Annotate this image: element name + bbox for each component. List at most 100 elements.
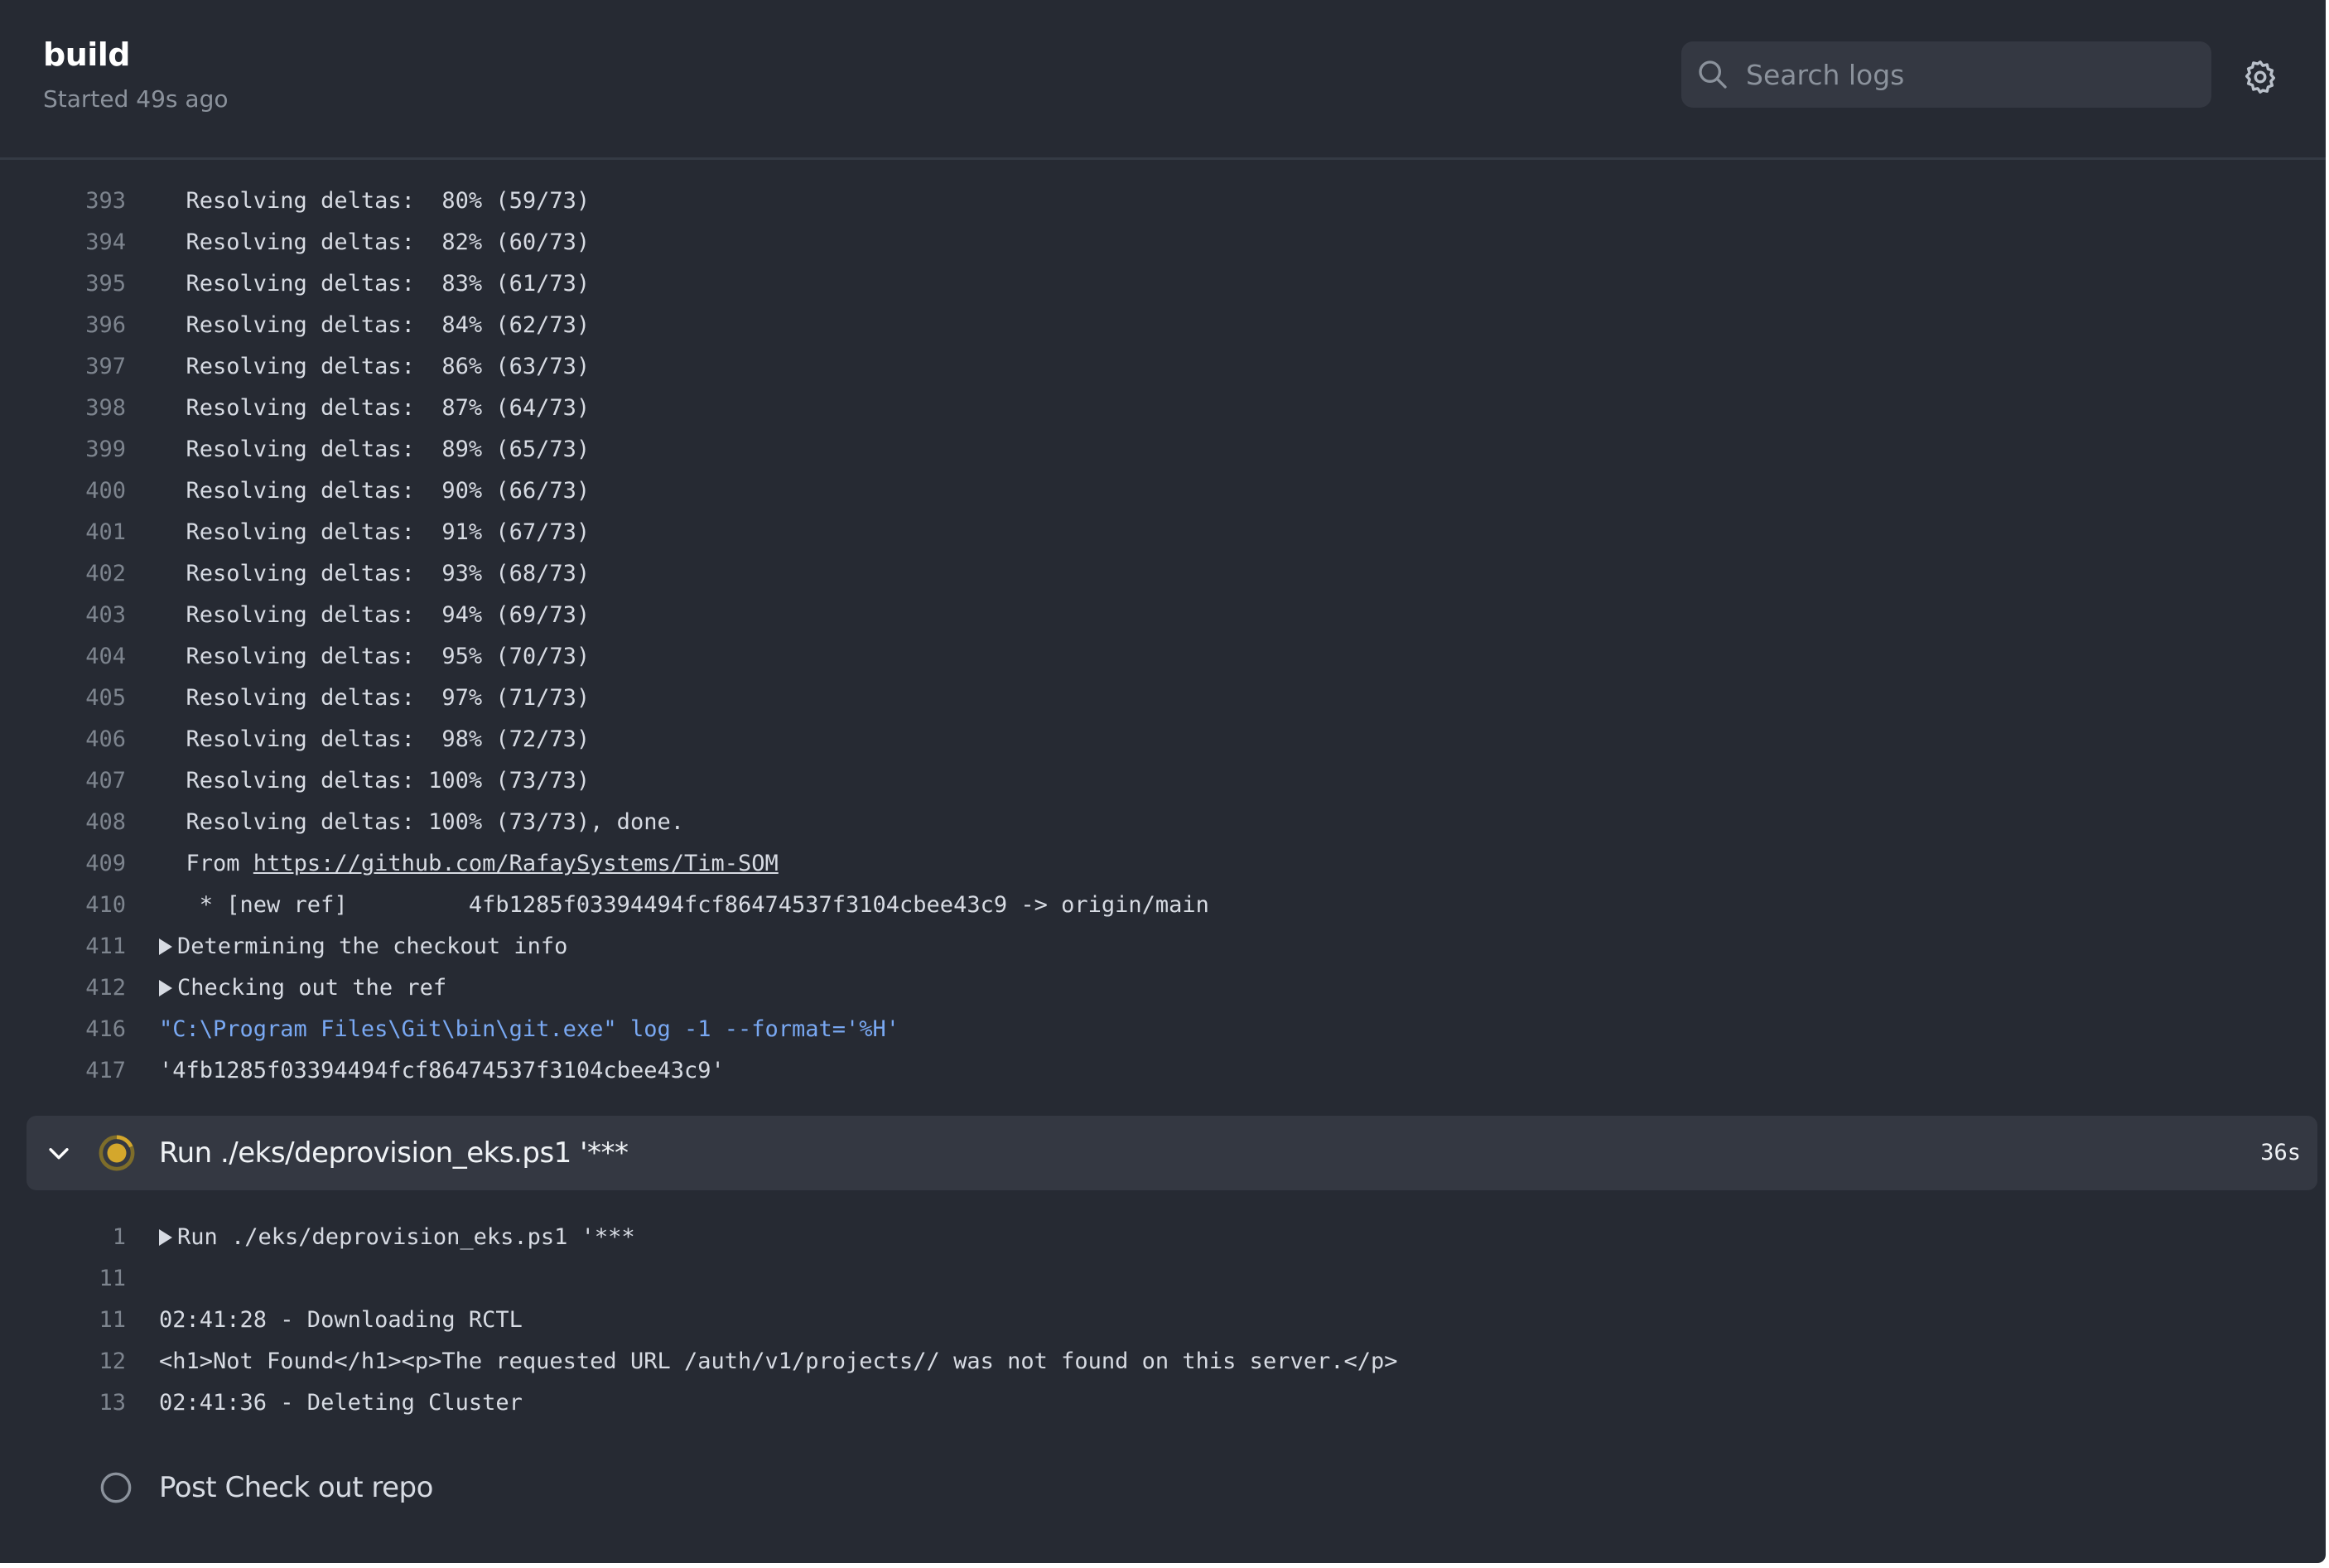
- log-line: 403 Resolving deltas: 94% (69/73): [0, 595, 2326, 636]
- log-group-label: Determining the checkout info: [177, 934, 568, 959]
- log-group-label: Run ./eks/deprovision_eks.ps1 '***: [177, 1224, 635, 1250]
- search-icon: [1699, 60, 1727, 89]
- log-line: 410 * [new ref] 4fb1285f03394494fcf86474…: [0, 885, 2326, 926]
- line-number[interactable]: 411: [50, 926, 126, 967]
- log-text: Resolving deltas: 82% (60/73): [159, 229, 591, 255]
- search-logs-input[interactable]: [1746, 41, 2193, 108]
- log-group-toggle[interactable]: Checking out the ref: [159, 967, 446, 1009]
- log-line: 416 "C:\Program Files\Git\bin\git.exe" lo…: [0, 1009, 2326, 1050]
- job-started-time: Started 49s ago: [43, 85, 229, 113]
- line-number[interactable]: 412: [50, 967, 126, 1009]
- chevron-down-icon[interactable]: [45, 1139, 73, 1167]
- line-number[interactable]: 404: [50, 636, 126, 678]
- triangle-right-icon[interactable]: [159, 1229, 172, 1246]
- line-number[interactable]: 416: [50, 1009, 126, 1050]
- log-text: Resolving deltas: 90% (66/73): [159, 478, 591, 504]
- line-number[interactable]: 13: [50, 1382, 126, 1424]
- log-command: "C:\Program Files\Git\bin\git.exe" log -…: [159, 1016, 900, 1042]
- log-link[interactable]: https://github.com/RafaySystems/Tim-SOM: [253, 851, 779, 876]
- log-line: 408 Resolving deltas: 100% (73/73), done…: [0, 802, 2326, 843]
- log-line: 412 Checking out the ref: [0, 967, 2326, 1009]
- log-line: 400 Resolving deltas: 90% (66/73): [0, 470, 2326, 512]
- step-header-deprovision[interactable]: Run ./eks/deprovision_eks.ps1 '*** 36s: [27, 1116, 2317, 1190]
- log-text-prefix: From: [159, 851, 253, 876]
- line-number[interactable]: 1: [50, 1217, 126, 1258]
- log-line: 404 Resolving deltas: 95% (70/73): [0, 636, 2326, 678]
- log-line: 395 Resolving deltas: 83% (61/73): [0, 263, 2326, 305]
- log-line: 405 Resolving deltas: 97% (71/73): [0, 678, 2326, 719]
- in-progress-icon: [99, 1135, 135, 1171]
- line-number[interactable]: 396: [50, 305, 126, 346]
- line-number[interactable]: 401: [50, 512, 126, 553]
- line-number[interactable]: 405: [50, 678, 126, 719]
- log-group-toggle[interactable]: Determining the checkout info: [159, 926, 567, 967]
- line-number[interactable]: 398: [50, 388, 126, 429]
- line-number[interactable]: 11: [50, 1300, 126, 1341]
- line-number[interactable]: 417: [50, 1050, 126, 1092]
- line-number[interactable]: 394: [50, 222, 126, 263]
- log-line: 11 02:41:28 - Downloading RCTL: [0, 1300, 2326, 1341]
- log-line: 417 '4fb1285f03394494fcf86474537f3104cbee…: [0, 1050, 2326, 1092]
- log-line: 401 Resolving deltas: 91% (67/73): [0, 512, 2326, 553]
- line-number[interactable]: 406: [50, 719, 126, 760]
- line-number[interactable]: 407: [50, 760, 126, 802]
- search-logs-box[interactable]: [1681, 41, 2211, 108]
- job-log-panel: build Started 49s ago 393 Resolving delt…: [0, 0, 2326, 1563]
- log-text: 02:41:28 - Downloading RCTL: [159, 1307, 523, 1333]
- log-line: 13 02:41:36 - Deleting Cluster: [0, 1382, 2326, 1424]
- triangle-right-icon[interactable]: [159, 980, 172, 996]
- log-line: 409 From https://github.com/RafaySystems…: [0, 843, 2326, 885]
- line-number[interactable]: 402: [50, 553, 126, 595]
- line-number[interactable]: 395: [50, 263, 126, 305]
- log-text: Resolving deltas: 91% (67/73): [159, 519, 591, 545]
- log-line: 396 Resolving deltas: 84% (62/73): [0, 305, 2326, 346]
- log-text: '4fb1285f03394494fcf86474537f3104cbee43c…: [159, 1058, 725, 1083]
- log-text: Resolving deltas: 100% (73/73), done.: [159, 809, 684, 835]
- line-number[interactable]: 399: [50, 429, 126, 470]
- log-line: 397 Resolving deltas: 86% (63/73): [0, 346, 2326, 388]
- log-line: 398 Resolving deltas: 87% (64/73): [0, 388, 2326, 429]
- line-number[interactable]: 410: [50, 885, 126, 926]
- line-number[interactable]: 11: [50, 1258, 126, 1300]
- line-number[interactable]: 409: [50, 843, 126, 885]
- log-text: Resolving deltas: 80% (59/73): [159, 188, 591, 214]
- log-text: Resolving deltas: 93% (68/73): [159, 561, 591, 586]
- log-text: Resolving deltas: 97% (71/73): [159, 685, 591, 711]
- log-text: Resolving deltas: 86% (63/73): [159, 354, 591, 379]
- log-text: * [new ref] 4fb1285f03394494fcf86474537f…: [159, 892, 1209, 918]
- log-text: 02:41:36 - Deleting Cluster: [159, 1390, 523, 1416]
- log-line: 1 Run ./eks/deprovision_eks.ps1 '***: [0, 1217, 2326, 1258]
- log-group-toggle[interactable]: Run ./eks/deprovision_eks.ps1 '***: [159, 1217, 635, 1258]
- log-text: Resolving deltas: 100% (73/73): [159, 768, 591, 794]
- line-number[interactable]: 403: [50, 595, 126, 636]
- log-group-label: Checking out the ref: [177, 975, 447, 1001]
- log-text: Resolving deltas: 87% (64/73): [159, 395, 591, 421]
- log-text: Resolving deltas: 95% (70/73): [159, 644, 591, 669]
- log-line: 399 Resolving deltas: 89% (65/73): [0, 429, 2326, 470]
- line-number[interactable]: 408: [50, 802, 126, 843]
- log-line: 407 Resolving deltas: 100% (73/73): [0, 760, 2326, 802]
- job-header: build Started 49s ago: [0, 0, 2326, 160]
- log-text: Resolving deltas: 84% (62/73): [159, 312, 591, 338]
- gear-icon[interactable]: [2241, 58, 2279, 96]
- log-line: 406 Resolving deltas: 98% (72/73): [0, 719, 2326, 760]
- log-text: Resolving deltas: 83% (61/73): [159, 271, 591, 297]
- log-line: 12 <h1>Not Found</h1><p>The requested URL…: [0, 1341, 2326, 1382]
- log-line: 411 Determining the checkout info: [0, 926, 2326, 967]
- step-duration: 36s: [2260, 1140, 2301, 1165]
- triangle-right-icon[interactable]: [159, 938, 172, 955]
- log-line: 11: [0, 1258, 2326, 1300]
- line-number[interactable]: 397: [50, 346, 126, 388]
- log-line: 394 Resolving deltas: 82% (60/73): [0, 222, 2326, 263]
- job-title: build: [43, 36, 131, 73]
- line-number[interactable]: 12: [50, 1341, 126, 1382]
- line-number[interactable]: 393: [50, 181, 126, 222]
- step-title-post-checkout[interactable]: Post Check out repo: [159, 1463, 433, 1513]
- log-text: Resolving deltas: 98% (72/73): [159, 726, 591, 752]
- log-text: <h1>Not Found</h1><p>The requested URL /…: [159, 1348, 1398, 1374]
- log-line: 402 Resolving deltas: 93% (68/73): [0, 553, 2326, 595]
- log-text: Resolving deltas: 94% (69/73): [159, 602, 591, 628]
- log-text: From https://github.com/RafaySystems/Tim…: [159, 843, 779, 885]
- line-number[interactable]: 400: [50, 470, 126, 512]
- log-text: Resolving deltas: 89% (65/73): [159, 437, 591, 462]
